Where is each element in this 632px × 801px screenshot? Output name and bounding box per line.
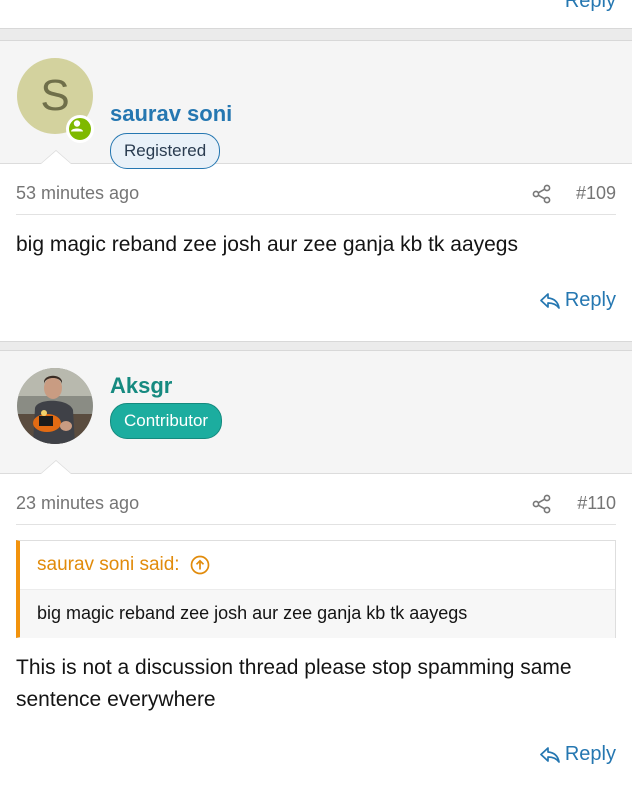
post-number-link[interactable]: #110 (577, 493, 616, 514)
username[interactable]: Aksgr (110, 373, 172, 399)
post-109: S saurav soni Registered 53 minutes ago … (0, 40, 632, 342)
user-title-badge: Contributor (110, 403, 223, 439)
post-body: This is not a discussion thread please s… (16, 656, 572, 711)
quote-block: saurav soni said: big magic reband zee j… (16, 540, 616, 638)
online-status-icon (66, 115, 94, 143)
post-timestamp[interactable]: 53 minutes ago (16, 183, 139, 204)
avatar[interactable] (17, 368, 93, 444)
post-timestamp[interactable]: 23 minutes ago (16, 493, 139, 514)
user-block: Aksgr Contributor (0, 351, 632, 474)
previous-post-tail: Reply (0, 0, 632, 29)
post-body: big magic reband zee josh aur zee ganja … (16, 233, 518, 256)
quote-author[interactable]: saurav soni said: (37, 554, 180, 576)
reply-label: Reply (564, 743, 616, 765)
post-meta-row: 53 minutes ago #109 (16, 174, 616, 215)
quote-text: big magic reband zee josh aur zee ganja … (20, 589, 615, 638)
user-block: S saurav soni Registered (0, 41, 632, 169)
quote-header[interactable]: saurav soni said: (20, 541, 615, 589)
avatar-letter: S (40, 71, 70, 120)
user-title-badge: Registered (110, 133, 221, 169)
reply-arrow-icon (540, 292, 560, 309)
share-icon[interactable] (532, 184, 552, 204)
arrow-up-circle-icon[interactable] (190, 555, 210, 575)
caret (41, 151, 71, 164)
post-number-link[interactable]: #109 (576, 183, 616, 204)
previous-reply-label: Reply (564, 0, 616, 12)
share-icon[interactable] (532, 494, 552, 514)
post-110: Aksgr Contributor 23 minutes ago #110 sa… (0, 350, 632, 801)
post-meta-row: 23 minutes ago #110 (16, 484, 616, 525)
username[interactable]: saurav soni (110, 101, 232, 127)
reply-button[interactable]: Reply (539, 743, 616, 766)
previous-reply-button[interactable]: Reply (565, 0, 616, 13)
reply-arrow-icon (540, 746, 560, 763)
reply-label: Reply (564, 289, 616, 311)
caret (41, 461, 71, 474)
reply-button[interactable]: Reply (539, 289, 616, 312)
